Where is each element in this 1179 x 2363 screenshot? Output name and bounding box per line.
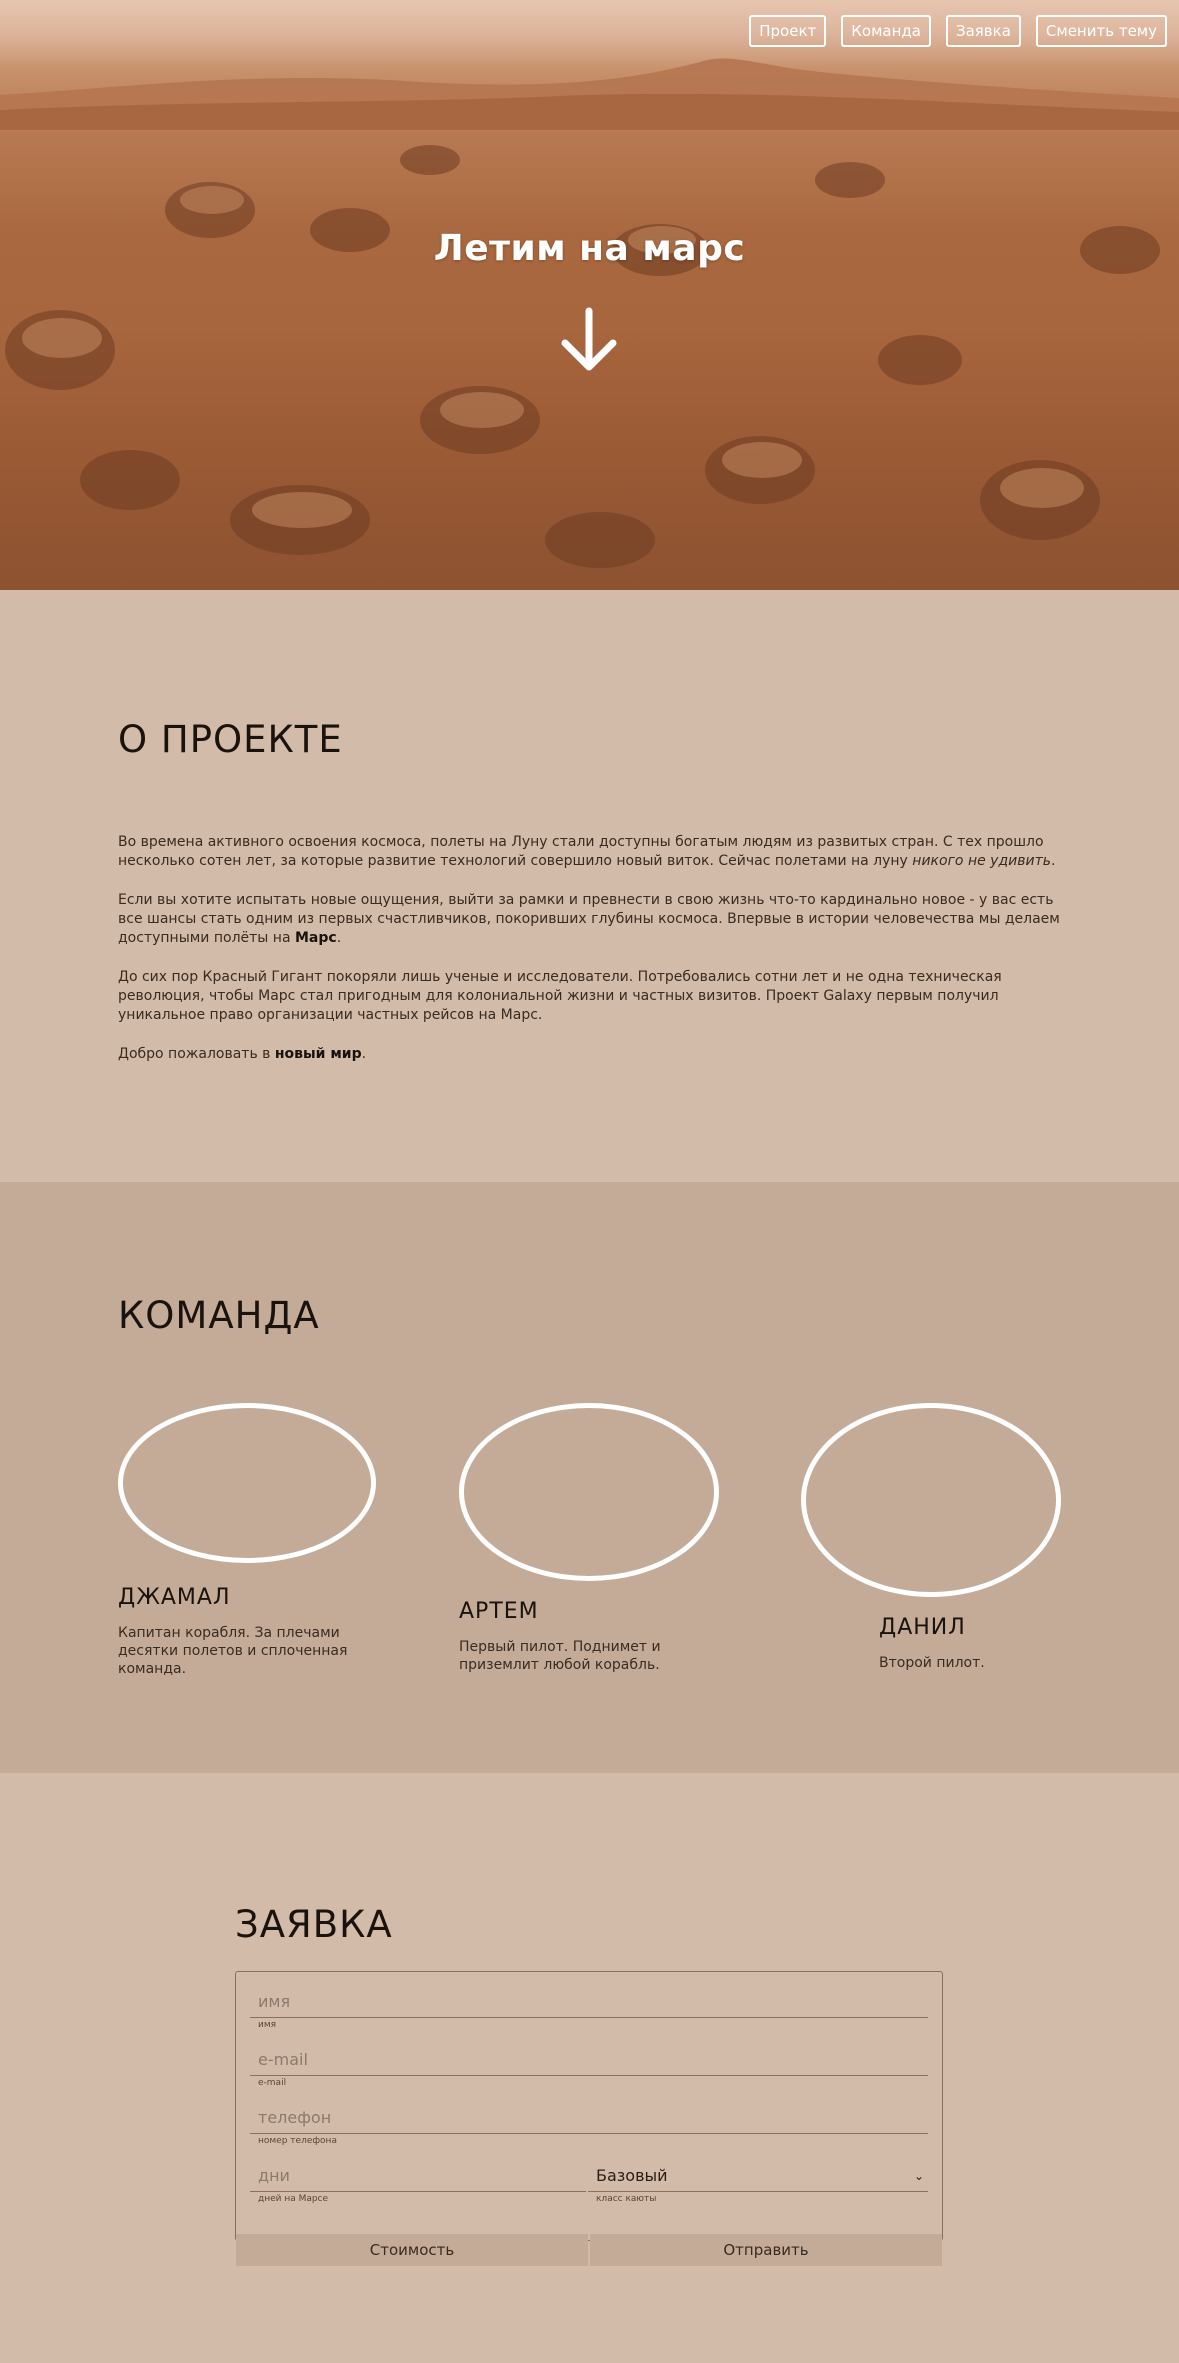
about-text: Во времена активного освоения космоса, п…: [118, 833, 1061, 1064]
about-mars-bold: Марс: [294, 930, 337, 946]
order-section: ЗАЯВКА имя e-mail номер телефона дней на…: [0, 1773, 1179, 2363]
avatar: [118, 1403, 376, 1563]
member-description: Первый пилот. Поднимет и приземлит любой…: [459, 1639, 661, 1673]
hero-title: Летим на марс: [433, 228, 746, 269]
team-heading: КОМАНДА: [118, 1294, 320, 1337]
team-member-card: АРТЕМ Первый пилот. Поднимет и приземлит…: [459, 1403, 721, 1674]
avatar: [459, 1403, 719, 1581]
days-hint: дней на Марсе: [258, 2194, 329, 2204]
order-form: имя e-mail номер телефона дней на Марсе …: [235, 1971, 943, 2266]
cost-button[interactable]: Стоимость: [236, 2234, 588, 2266]
mars-rocks-graphic: [5, 145, 1160, 568]
about-paragraph-4: Добро пожаловать в новый мир.: [118, 1045, 1061, 1064]
nav-link-order[interactable]: Заявка: [945, 15, 1021, 47]
arrow-down-icon[interactable]: [557, 305, 621, 375]
phone-hint: номер телефона: [258, 2136, 337, 2146]
cabin-hint: класс каюты: [596, 2194, 657, 2204]
days-field-group: дней на Марсе: [250, 2160, 586, 2204]
member-name: АРТЕМ: [459, 1599, 539, 1624]
nav-link-team[interactable]: Команда: [841, 15, 931, 47]
cabin-class-value: Базовый: [596, 2166, 668, 2185]
about-emphasis: никого не удивить: [912, 853, 1051, 869]
about-heading: О ПРОЕКТЕ: [118, 718, 343, 761]
nav-link-project[interactable]: Проект: [749, 15, 827, 47]
chevron-down-icon: ⌄: [913, 2168, 924, 2183]
about-new-world-bold: новый мир: [274, 1046, 362, 1062]
cabin-class-select[interactable]: Базовый ⌄: [588, 2160, 928, 2192]
team-member-card: ДАНИЛ Второй пилот.: [801, 1403, 1063, 1672]
days-input[interactable]: [250, 2160, 586, 2192]
cabin-field-group: Базовый ⌄ класс каюты: [588, 2160, 928, 2204]
team-section: КОМАНДА ДЖАМАЛ Капитан корабля. За плеча…: [0, 1182, 1179, 1773]
hero-section: Проект Команда Заявка Сменить тему Летим…: [0, 0, 1179, 590]
about-paragraph-4-text: Добро пожаловать в: [118, 1046, 275, 1062]
about-punct: .: [336, 930, 342, 946]
about-paragraph-2: Если вы хотите испытать новые ощущения, …: [118, 891, 1061, 948]
top-nav: Проект Команда Заявка Сменить тему: [749, 15, 1167, 47]
about-section: О ПРОЕКТЕ Во времена активного освоения …: [0, 590, 1179, 1182]
phone-field-group: номер телефона: [250, 2102, 928, 2146]
about-paragraph-1: Во времена активного освоения космоса, п…: [118, 833, 1061, 871]
phone-input[interactable]: [250, 2102, 928, 2134]
member-description: Капитан корабля. За плечами десятки поле…: [118, 1625, 348, 1677]
team-member-card: ДЖАМАЛ Капитан корабля. За плечами десят…: [118, 1403, 380, 1678]
name-field-group: имя: [250, 1986, 928, 2030]
about-punct: .: [361, 1046, 367, 1062]
member-description: Второй пилот.: [879, 1655, 985, 1671]
about-paragraph-1-text: Во времена активного освоения космоса, п…: [118, 834, 1044, 869]
member-name: ДЖАМАЛ: [118, 1585, 231, 1610]
about-paragraph-2-text: Если вы хотите испытать новые ощущения, …: [118, 892, 1060, 946]
email-hint: e-mail: [258, 2078, 287, 2088]
about-punct: .: [1050, 853, 1056, 869]
submit-button[interactable]: Отправить: [590, 2234, 942, 2266]
avatar: [801, 1403, 1061, 1597]
email-input[interactable]: [250, 2044, 928, 2076]
name-hint: имя: [258, 2020, 277, 2030]
about-paragraph-3: До сих пор Красный Гигант покоряли лишь …: [118, 969, 1002, 1023]
member-name: ДАНИЛ: [879, 1615, 966, 1640]
theme-toggle-button[interactable]: Сменить тему: [1035, 15, 1167, 47]
order-heading: ЗАЯВКА: [235, 1903, 393, 1946]
name-input[interactable]: [250, 1986, 928, 2018]
email-field-group: e-mail: [250, 2044, 928, 2088]
